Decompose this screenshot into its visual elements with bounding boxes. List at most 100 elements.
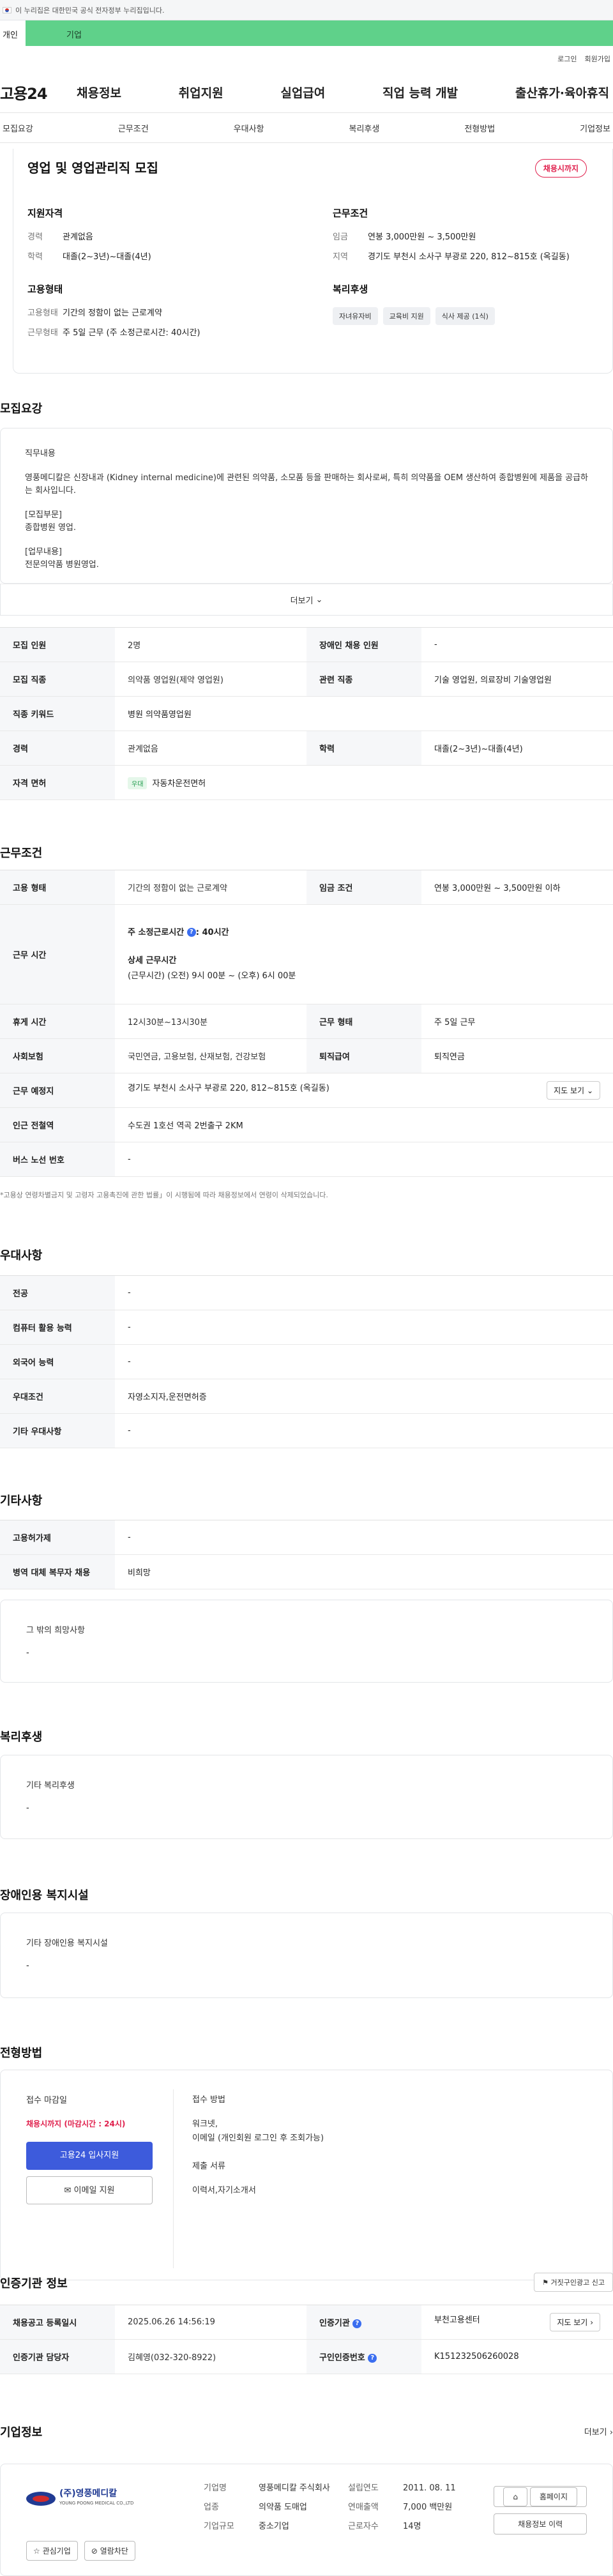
work-label: [업무내용] bbox=[25, 547, 62, 557]
cell-value: 기간의 정함이 없는 근로계약 bbox=[115, 870, 306, 905]
block-view-button[interactable]: ⊘ 열람차단 bbox=[84, 2541, 135, 2561]
tab-corporate[interactable]: 기업 bbox=[26, 20, 613, 46]
founded-value: 2011. 08. 11 bbox=[403, 2483, 456, 2493]
member-type-tabs: 개인 기업 bbox=[0, 20, 613, 46]
cell-key: 병역 대체 복무자 채용 bbox=[0, 1554, 115, 1589]
sales-label: 연매출액 bbox=[348, 2503, 379, 2512]
table-row: 자격 면허 우대 자동차운전면허 bbox=[0, 765, 613, 800]
table-row: 사회보험 국민연금, 고용보험, 산재보험, 건강보험 퇴직급여 퇴직연금 bbox=[0, 1038, 613, 1073]
table-row: 모집 인원 2명 장애인 채용 인원 - bbox=[0, 627, 613, 662]
work-cond-section-title: 근무조건 bbox=[0, 847, 43, 860]
cell-key: 고용허가제 bbox=[0, 1520, 115, 1555]
cell-value: 주 5일 근무 bbox=[421, 1004, 613, 1039]
disabled-box: 기타 장애인용 복지시설 - bbox=[0, 1913, 613, 1998]
weekly-hours: 주 소정근로시간 ?: 40시간 bbox=[128, 925, 600, 941]
tab-selection[interactable]: 전형방법 bbox=[464, 122, 495, 134]
gnb-jobs[interactable]: 채용정보 bbox=[77, 84, 121, 101]
table-row: 고용 형태 기간의 정함이 없는 근로계약 임금 조건 연봉 3,000만원 ~ 3… bbox=[0, 870, 613, 905]
map-view-button[interactable]: 지도 보기 ⌄ bbox=[547, 1081, 600, 1100]
dept-label: [모집부문] bbox=[25, 510, 62, 520]
cell-key: 모집 직종 bbox=[0, 662, 115, 697]
cell-value: 자영소지자,운전면허증 bbox=[115, 1379, 613, 1414]
age-notice: *고용상 연령차별금지 및 고령자 고용촉진에 관한 법률」이 시행됨에 따라 … bbox=[0, 1191, 328, 1199]
table-row: 기타 우대사항 - bbox=[0, 1413, 613, 1448]
recruit-history-button[interactable]: 채용정보 이력 bbox=[494, 2513, 587, 2534]
disabled-label: 기타 장애인용 복지시설 bbox=[26, 1939, 108, 1948]
cell-key: 근무 예정지 bbox=[0, 1073, 115, 1108]
apply-button[interactable]: 고용24 입사지원 bbox=[26, 2142, 153, 2170]
homepage-label: 홈페이지 bbox=[529, 2487, 577, 2506]
cell-key: 퇴직급여 bbox=[306, 1038, 421, 1073]
company-name-value: 영풍메디칼 주식회사 bbox=[259, 2483, 330, 2493]
gnb-employment-support[interactable]: 취업지원 bbox=[179, 84, 223, 101]
company-more-link[interactable]: 더보기 › bbox=[584, 2425, 613, 2437]
table-row: 인증기관 담당자 김혜영(032-320-8922) 구인인증번호 ? K1512… bbox=[0, 2339, 613, 2374]
docs-label: 제출 서류 bbox=[192, 2162, 225, 2171]
report-label: 거짓구인광고 신고 bbox=[550, 2278, 605, 2287]
cell-value: 우대 자동차운전면허 bbox=[115, 765, 613, 800]
docs-value: 이력서,자기소개서 bbox=[192, 2186, 256, 2195]
cell-value: 수도권 1호선 역곡 2번출구 2KM bbox=[115, 1107, 613, 1142]
table-row: 채용공고 등록일시 2025.06.26 14:56:19 인증기관 ? 부천고용… bbox=[0, 2305, 613, 2340]
cell-value: 연봉 3,000만원 ~ 3,500만원 이하 bbox=[421, 870, 613, 905]
duty-more-button[interactable]: 더보기 ⌄ bbox=[0, 584, 613, 616]
welfare-summary-block: 복리후생 자녀유자비 교육비 지원 식사 제공 (1식) bbox=[333, 282, 600, 347]
tab-preference[interactable]: 우대사항 bbox=[234, 122, 264, 134]
site-logo[interactable]: 고용24 bbox=[0, 81, 77, 103]
tab-welfare[interactable]: 복리후생 bbox=[349, 122, 379, 134]
cell-key: 고용 형태 bbox=[0, 870, 115, 905]
job-title: 영업 및 영업관리직 모집 bbox=[27, 160, 158, 176]
table-row: 병역 대체 복무자 채용 비희망 bbox=[0, 1554, 613, 1589]
utility-bar: 로그인 회원가입 bbox=[0, 46, 613, 72]
cell-key: 인증기관 담당자 bbox=[0, 2339, 115, 2374]
career-label: 경력 bbox=[27, 232, 43, 242]
license-value: 자동차운전면허 bbox=[152, 778, 206, 789]
education-value: 대졸(2~3년)~대졸(4년) bbox=[63, 252, 151, 262]
cell-key: 구인인증번호 ? bbox=[306, 2339, 421, 2374]
welfare-chip: 교육비 지원 bbox=[382, 307, 430, 325]
email-apply-button[interactable]: ✉ 이메일 지원 bbox=[26, 2176, 153, 2204]
work-type-label: 근무형태 bbox=[27, 328, 58, 338]
cell-value: - bbox=[115, 1142, 613, 1177]
table-row: 버스 노선 번호 - bbox=[0, 1142, 613, 1177]
tab-work-cond[interactable]: 근무조건 bbox=[118, 122, 149, 134]
gnb-unemployment-benefit[interactable]: 실업급여 bbox=[280, 84, 325, 101]
tab-company[interactable]: 기업정보 bbox=[580, 122, 610, 134]
help-icon[interactable]: ? bbox=[186, 928, 196, 937]
cell-key: 인근 전철역 bbox=[0, 1107, 115, 1142]
tab-individual[interactable]: 개인 bbox=[0, 20, 26, 46]
join-link[interactable]: 회원가입 bbox=[585, 54, 610, 64]
duty-text: 영풍메디칼은 신장내과 (Kidney internal medicine)에 … bbox=[25, 473, 589, 496]
more-label: 더보기 bbox=[290, 596, 314, 606]
method-label: 접수 방법 bbox=[192, 2095, 225, 2105]
gnb-parental-leave[interactable]: 출산휴가·육아휴직 bbox=[515, 84, 609, 101]
homepage-button[interactable]: ⌂ 홈페이지 bbox=[494, 2486, 587, 2507]
false-ad-report-button[interactable]: ⚑ 거짓구인광고 신고 bbox=[534, 2273, 613, 2292]
table-row: 고용허가제 - bbox=[0, 1520, 613, 1555]
help-icon[interactable]: ? bbox=[352, 2319, 362, 2328]
table-row: 직종 키워드 병원 의약품영업원 bbox=[0, 696, 613, 731]
cell-value: 대졸(2~3년)~대졸(4년) bbox=[421, 731, 613, 766]
dept-text: 종합병원 영업. bbox=[25, 523, 77, 533]
gov-banner-text: 이 누리집은 대한민국 공식 전자정부 누리집입니다. bbox=[15, 6, 165, 15]
disabled-value: - bbox=[26, 1961, 29, 1971]
chevron-right-icon: › bbox=[590, 2318, 593, 2327]
cell-key: 임금 조건 bbox=[306, 870, 421, 905]
founded-label: 설립연도 bbox=[348, 2483, 379, 2493]
org-map-button[interactable]: 지도 보기 › bbox=[550, 2313, 600, 2331]
help-icon[interactable]: ? bbox=[368, 2353, 377, 2363]
login-link[interactable]: 로그인 bbox=[557, 54, 577, 64]
welfare-chip: 식사 제공 (1식) bbox=[435, 307, 495, 325]
employment-heading: 고용형태 bbox=[27, 284, 63, 295]
other-wish-label: 그 밖의 희망사항 bbox=[26, 1626, 85, 1635]
cell-value: 기술 영업원, 의료장비 기술영업원 bbox=[421, 662, 613, 697]
favorite-company-button[interactable]: ☆ 관심기업 bbox=[26, 2541, 78, 2561]
tab-recruit[interactable]: 모집요강 bbox=[3, 122, 33, 134]
cell-value: 병원 의약품영업원 bbox=[115, 696, 613, 731]
welfare-chip: 자녀유자비 bbox=[333, 307, 378, 325]
gnb-job-training[interactable]: 직업 능력 개발 bbox=[382, 84, 458, 101]
company-name-label: 기업명 bbox=[204, 2483, 227, 2493]
recruit-table: 모집 인원 2명 장애인 채용 인원 - 모집 직종 의약품 영업원(제약 영업원) … bbox=[0, 627, 613, 800]
size-label: 기업규모 bbox=[204, 2522, 234, 2531]
cell-value: 2명 bbox=[115, 627, 306, 662]
